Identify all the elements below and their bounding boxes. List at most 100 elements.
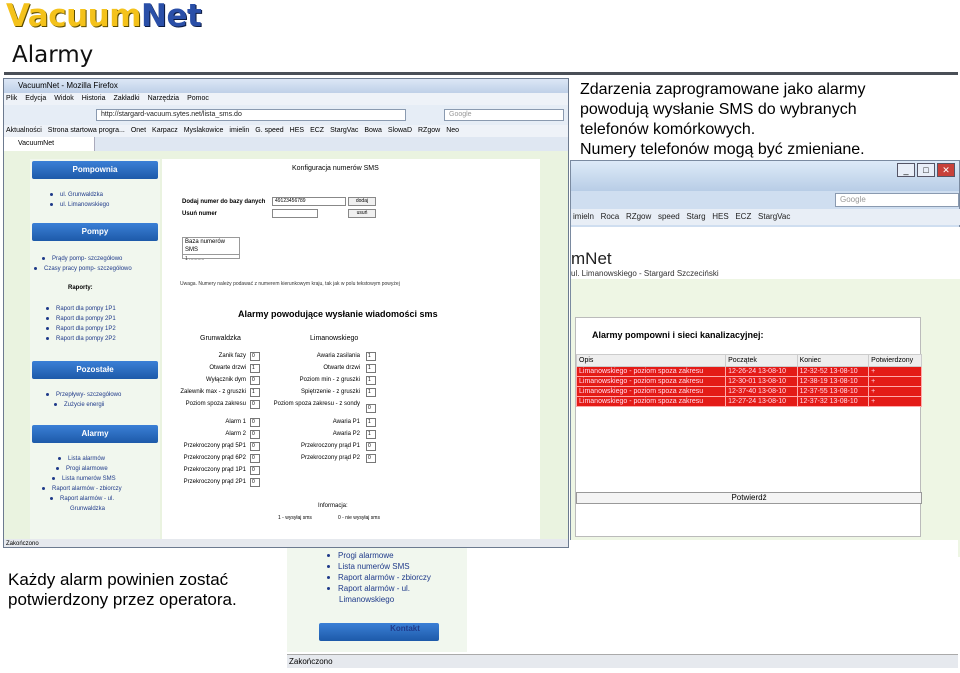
- close-icon[interactable]: ✕: [937, 163, 955, 177]
- bookmark[interactable]: RZgow: [418, 125, 440, 137]
- sidebar-link[interactable]: Lista alarmów: [58, 455, 105, 463]
- pozostale-button[interactable]: Pozostałe: [32, 361, 158, 379]
- cell: 12-37-40 13-08-10: [725, 386, 798, 397]
- tab-vacuumnet[interactable]: VacuumNet: [4, 137, 96, 151]
- menu-item[interactable]: Edycja: [25, 93, 46, 105]
- inset-link[interactable]: Progi alarmowe: [287, 550, 467, 561]
- bookmark[interactable]: imielin: [229, 125, 249, 137]
- bookmark[interactable]: G. speed: [255, 125, 283, 137]
- tab-bar: VacuumNet: [4, 137, 568, 151]
- alarm-value-field[interactable]: 1: [366, 364, 376, 373]
- bookmark[interactable]: Myslakowice: [184, 125, 224, 137]
- menu-item[interactable]: Widok: [54, 93, 73, 105]
- alarm-list-panel: Alarmy pompowni i sieci kanalizacyjnej: …: [575, 317, 922, 537]
- alarm-value-field[interactable]: 1: [366, 388, 376, 397]
- bullet-icon: [46, 393, 49, 396]
- sidebar-link[interactable]: Grunwaldzka: [70, 505, 105, 513]
- remove-button[interactable]: usuń: [348, 209, 376, 218]
- window2-search-input[interactable]: Google: [835, 193, 959, 207]
- sidebar-link[interactable]: Prądy pomp- szczegółowo: [42, 255, 122, 263]
- bookmark[interactable]: Aktualności: [6, 125, 42, 137]
- alarm-value-field[interactable]: 1: [366, 352, 376, 361]
- sidebar-link[interactable]: Raport dla pompy 2P2: [46, 335, 116, 343]
- pompy-button[interactable]: Pompy: [32, 223, 158, 241]
- alarm-value-field[interactable]: 0: [250, 466, 260, 475]
- add-button[interactable]: dodaj: [348, 197, 376, 206]
- contact-button[interactable]: Kontakt: [319, 623, 439, 641]
- sidebar-link[interactable]: Zużycie energii: [54, 401, 104, 409]
- bookmark[interactable]: SlowaD: [388, 125, 412, 137]
- bookmark[interactable]: Strona startowa progra...: [48, 125, 125, 137]
- alarm-value-field[interactable]: 1: [366, 418, 376, 427]
- menu-item[interactable]: Plik: [6, 93, 17, 105]
- cell: +: [868, 376, 922, 387]
- remove-number-select[interactable]: [272, 209, 318, 218]
- sidebar-link[interactable]: Progi alarmowe: [56, 465, 108, 473]
- alarm-value-field[interactable]: 0: [250, 418, 260, 427]
- bookmark[interactable]: ECZ: [735, 212, 751, 221]
- database-row[interactable]: 1 ...........: [183, 255, 239, 263]
- bookmark[interactable]: Roca: [601, 212, 620, 221]
- alarm-value-field[interactable]: 0: [250, 430, 260, 439]
- alarm-label: Przekroczony prąd 2P1: [183, 479, 246, 485]
- pompownia-button[interactable]: Pompownia: [32, 161, 158, 179]
- menu-item[interactable]: Pomoc: [187, 93, 209, 105]
- sidebar-link[interactable]: Raport alarmów - zbiorczy: [42, 485, 122, 493]
- alarm-value-field[interactable]: 0: [366, 454, 376, 463]
- bookmark[interactable]: HES: [290, 125, 304, 137]
- bookmark[interactable]: Neo: [446, 125, 459, 137]
- bookmark[interactable]: Starg: [686, 212, 705, 221]
- alarm-value-field[interactable]: 1: [250, 364, 260, 373]
- bookmark[interactable]: RZgow: [626, 212, 651, 221]
- menu-item[interactable]: Historia: [82, 93, 106, 105]
- alarm-value-field[interactable]: 1: [366, 376, 376, 385]
- confirm-button[interactable]: Potwierdź: [576, 492, 922, 504]
- alarm-value-field[interactable]: 1: [250, 388, 260, 397]
- alarm-value-field[interactable]: 1: [366, 430, 376, 439]
- alarm-value-field[interactable]: 0: [366, 404, 376, 413]
- menu-item[interactable]: Narzędzia: [148, 93, 180, 105]
- sidebar-link[interactable]: Raport dla pompy 1P1: [46, 305, 116, 313]
- inset-link[interactable]: Lista numerów SMS: [287, 561, 467, 572]
- alarm-value-field[interactable]: 0: [250, 376, 260, 385]
- bookmark[interactable]: Karpacz: [152, 125, 178, 137]
- bookmark[interactable]: imieln: [573, 212, 594, 221]
- sidebar-link[interactable]: ul. Grunwaldzka: [50, 191, 103, 199]
- sidebar-link[interactable]: ul. Limanowskiego: [50, 201, 109, 209]
- bullet-icon: [42, 487, 45, 490]
- search-input[interactable]: Google: [444, 109, 564, 121]
- table-row[interactable]: Limanowskiego - poziom spoza zakresu 12-2…: [575, 366, 922, 377]
- alarm-value-field[interactable]: 0: [250, 400, 260, 409]
- alarm-value-field[interactable]: 0: [250, 454, 260, 463]
- inset-link[interactable]: Limanowskiego: [287, 594, 467, 605]
- bookmarks-bar: Aktualności Strona startowa progra... On…: [4, 125, 568, 137]
- sidebar-link[interactable]: Raport dla pompy 2P1: [46, 315, 116, 323]
- inset-link[interactable]: Raport alarmów - ul.: [287, 583, 467, 594]
- bookmark[interactable]: Onet: [131, 125, 146, 137]
- bookmark[interactable]: StargVac: [330, 125, 358, 137]
- bookmark[interactable]: HES: [712, 212, 728, 221]
- bookmark[interactable]: StargVac: [758, 212, 790, 221]
- sidebar-link[interactable]: Przepływy- szczegółowo: [46, 391, 121, 399]
- minimize-icon[interactable]: _: [897, 163, 915, 177]
- menu-item[interactable]: Zakładki: [113, 93, 139, 105]
- alarm-value-field[interactable]: 0: [250, 478, 260, 487]
- alarm-value-field[interactable]: 0: [250, 352, 260, 361]
- sidebar-link[interactable]: Raport alarmów - ul.: [50, 495, 114, 503]
- table-row[interactable]: Limanowskiego - poziom spoza zakresu 12-2…: [575, 396, 922, 407]
- alarm-value-field[interactable]: 0: [250, 442, 260, 451]
- sidebar-link[interactable]: Lista numerów SMS: [52, 475, 116, 483]
- phone-number-input[interactable]: 49123456789: [272, 197, 346, 206]
- alarm-value-field[interactable]: 0: [366, 442, 376, 451]
- sidebar-link[interactable]: Raport dla pompy 1P2: [46, 325, 116, 333]
- table-row[interactable]: Limanowskiego - poziom spoza zakresu 12-3…: [575, 376, 922, 387]
- alarmy-button[interactable]: Alarmy: [32, 425, 158, 443]
- sidebar-link[interactable]: Czasy pracy pomp- szczegółowo: [34, 265, 132, 273]
- maximize-icon[interactable]: □: [917, 163, 935, 177]
- bookmark[interactable]: speed: [658, 212, 680, 221]
- inset-link[interactable]: Raport alarmów - zbiorczy: [287, 572, 467, 583]
- table-row[interactable]: Limanowskiego - poziom spoza zakresu 12-3…: [575, 386, 922, 397]
- url-input[interactable]: http://stargard-vacuum.sytes.net/lista_s…: [96, 109, 406, 121]
- bookmark[interactable]: Bowa: [364, 125, 382, 137]
- bookmark[interactable]: ECZ: [310, 125, 324, 137]
